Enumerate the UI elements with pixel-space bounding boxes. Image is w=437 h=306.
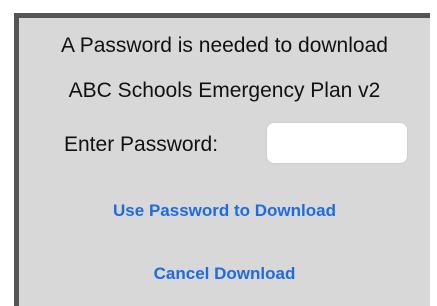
password-row: Enter Password: (19, 122, 430, 166)
use-password-button[interactable]: Use Password to Download (19, 201, 430, 221)
document-name: ABC Schools Emergency Plan v2 (68, 79, 381, 102)
cancel-download-button[interactable]: Cancel Download (19, 264, 430, 284)
dialog-title: A Password is needed to download (61, 34, 388, 57)
password-dialog: A Password is needed to download ABC Sch… (19, 18, 430, 306)
password-label: Enter Password: (64, 133, 219, 156)
password-input[interactable] (266, 122, 408, 164)
dialog-frame: A Password is needed to download ABC Sch… (14, 13, 430, 306)
